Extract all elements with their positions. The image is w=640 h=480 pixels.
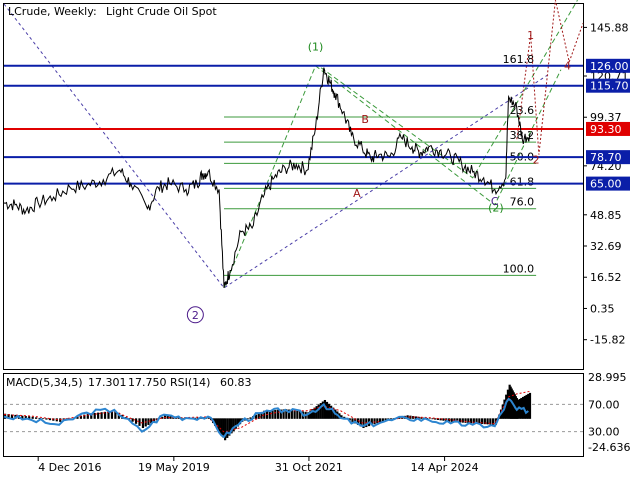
x-tick-label: 14 Apr 2024	[411, 461, 479, 474]
macd-histogram-bar	[31, 416, 34, 419]
macd-histogram-bar	[461, 418, 464, 423]
macd-histogram-bar	[327, 403, 331, 419]
wave-label: (1)	[308, 40, 324, 53]
main-plot-layer: 161.823.638.250.061.876.0100.0(1)(2)BAC1…	[3, 0, 584, 324]
level-badge-label: 65.00	[590, 178, 622, 191]
x-tick-label: 19 May 2019	[138, 461, 210, 474]
macd-histogram-bar	[35, 417, 38, 419]
macd-histogram-bar	[464, 418, 467, 423]
y-tick-label: 16.52	[590, 271, 622, 284]
indicator-tick-label: -24.636	[588, 441, 630, 454]
chart-root: 161.823.638.250.061.876.0100.0(1)(2)BAC1…	[3, 0, 630, 474]
macd-name: MACD(5,34,5)	[6, 376, 83, 389]
wave-label: 4	[564, 60, 571, 73]
macd-histogram-bar	[41, 418, 45, 420]
rsi-name: RSI(14)	[170, 376, 210, 389]
macd-histogram-bar	[296, 410, 299, 419]
indicator-tick-label: 28.995	[588, 371, 627, 384]
macd-histogram-bar	[528, 392, 532, 419]
chart-symbol: LCrude, Weekly:	[8, 5, 97, 18]
macd-histogram-bar	[373, 418, 376, 425]
macd-histogram-bar	[293, 410, 296, 419]
macd-histogram-bar	[376, 418, 379, 424]
x-tick-label: 31 Oct 2021	[275, 461, 343, 474]
level-badge-label: 115.70	[590, 80, 629, 93]
macd-histogram-bar	[469, 418, 473, 424]
y-tick-label: 0.35	[590, 302, 615, 315]
fib-level-label: 76.0	[510, 196, 535, 209]
y-tick-label: 48.85	[590, 209, 622, 222]
macd-histogram-bar	[351, 418, 354, 422]
macd-histogram-bar	[220, 418, 223, 435]
wave-label: B	[361, 113, 369, 126]
y-tick-label: -15.82	[590, 334, 625, 347]
macd-histogram-bar	[45, 418, 48, 420]
y-tick-label: 145.88	[590, 21, 629, 34]
macd-histogram-bar	[274, 409, 277, 419]
macd-histogram-bar	[226, 418, 229, 438]
wave-label: A	[353, 187, 361, 200]
trend-line-purple	[3, 3, 551, 289]
macd-histogram-bar	[134, 418, 138, 424]
y-tick-label: 32.69	[590, 240, 622, 253]
indicator-tick-label: 30.00	[588, 426, 620, 439]
rsi-value: 60.83	[220, 376, 252, 389]
wave-label: 2	[192, 309, 199, 322]
macd-histogram-bar	[97, 412, 100, 419]
wave-label: C	[491, 195, 499, 208]
macd-histogram-bar	[428, 418, 431, 419]
chart-description: Light Crude Oil Spot	[106, 5, 217, 18]
macd-histogram-bar	[222, 418, 225, 438]
x-tick-label: 4 Dec 2016	[38, 461, 101, 474]
macd-histogram-bar	[486, 418, 489, 425]
fib-level-label: 161.8	[503, 53, 535, 66]
level-badge-label: 126.00	[590, 60, 629, 73]
level-badge-label: 78.70	[590, 151, 622, 164]
macd-histogram-bar	[450, 418, 453, 422]
macd-histogram-bar	[131, 418, 134, 422]
indicator-tick-label: 70.00	[588, 398, 620, 411]
macd-histogram-bar	[317, 404, 320, 419]
macd-value: 17.301	[88, 376, 127, 389]
axis-layer: 145.88120.7199.3774.2048.8532.6916.520.3…	[37, 21, 630, 474]
wave-label: 1	[527, 29, 534, 42]
indicator-plot-layer	[3, 384, 583, 441]
level-badge-label: 93.30	[590, 123, 622, 136]
fib-level-label: 100.0	[503, 262, 535, 275]
main-panel-frame	[3, 3, 584, 370]
fib-level-label: 61.8	[510, 175, 535, 188]
wave-label: 2	[533, 153, 540, 166]
macd-histogram-bar	[325, 401, 329, 419]
macd-signal-value: 17.750	[128, 376, 167, 389]
macd-histogram-bar	[276, 409, 280, 419]
macd-histogram-bar	[257, 413, 260, 419]
fib-level-label: 23.6	[510, 104, 535, 117]
price-series-line	[3, 67, 532, 288]
